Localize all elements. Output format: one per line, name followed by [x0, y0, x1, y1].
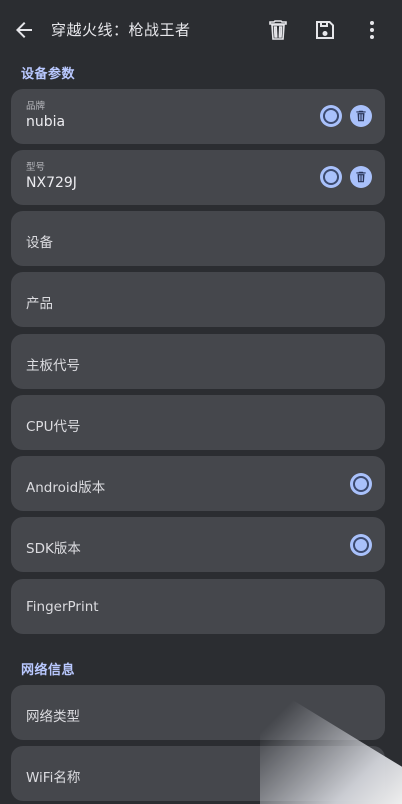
field-brand-label: 品牌 [26, 101, 46, 112]
section-title-network: 网络信息 [21, 663, 76, 678]
field-product-label: 产品 [26, 296, 53, 312]
field-board[interactable]: 主板代号 [11, 334, 385, 389]
delete-icon[interactable] [266, 18, 290, 42]
field-device-label: 设备 [26, 235, 53, 251]
field-device[interactable]: 设备 [11, 211, 385, 266]
app-bar: 穿越火线：枪战王者 [0, 0, 402, 60]
model-radio-icon[interactable] [320, 166, 342, 188]
field-wifi-name-label: WiFi名称 [26, 770, 81, 786]
field-network-type[interactable]: 网络类型 [11, 685, 385, 740]
field-model[interactable]: 型号 NX729J [11, 150, 385, 205]
field-fingerprint-label: FingerPrint [26, 599, 99, 615]
field-android-version[interactable]: Android版本 [11, 456, 385, 511]
field-wifi-name[interactable]: WiFi名称 [11, 746, 385, 801]
brand-radio-icon[interactable] [320, 105, 342, 127]
field-board-label: 主板代号 [26, 358, 80, 374]
section-title-device: 设备参数 [21, 67, 76, 82]
field-sdk-version[interactable]: SDK版本 [11, 517, 385, 572]
save-icon[interactable] [313, 18, 337, 42]
field-cpu[interactable]: CPU代号 [11, 395, 385, 450]
more-vertical-icon[interactable] [360, 18, 384, 42]
android-radio-icon[interactable] [350, 473, 372, 495]
field-model-label: 型号 [26, 162, 46, 173]
field-fingerprint[interactable]: FingerPrint [11, 579, 385, 634]
model-delete-icon[interactable] [350, 166, 372, 188]
sdk-radio-icon[interactable] [350, 534, 372, 556]
field-brand-value[interactable]: nubia [26, 114, 65, 130]
field-model-value[interactable]: NX729J [26, 175, 77, 191]
page-title: 穿越火线：枪战王者 [51, 21, 191, 39]
back-arrow-icon[interactable] [12, 18, 36, 42]
field-cpu-label: CPU代号 [26, 419, 81, 435]
field-network-type-label: 网络类型 [26, 709, 80, 725]
field-product[interactable]: 产品 [11, 272, 385, 327]
field-android-label: Android版本 [26, 480, 106, 496]
field-brand[interactable]: 品牌 nubia [11, 89, 385, 144]
brand-delete-icon[interactable] [350, 105, 372, 127]
field-sdk-label: SDK版本 [26, 541, 81, 557]
